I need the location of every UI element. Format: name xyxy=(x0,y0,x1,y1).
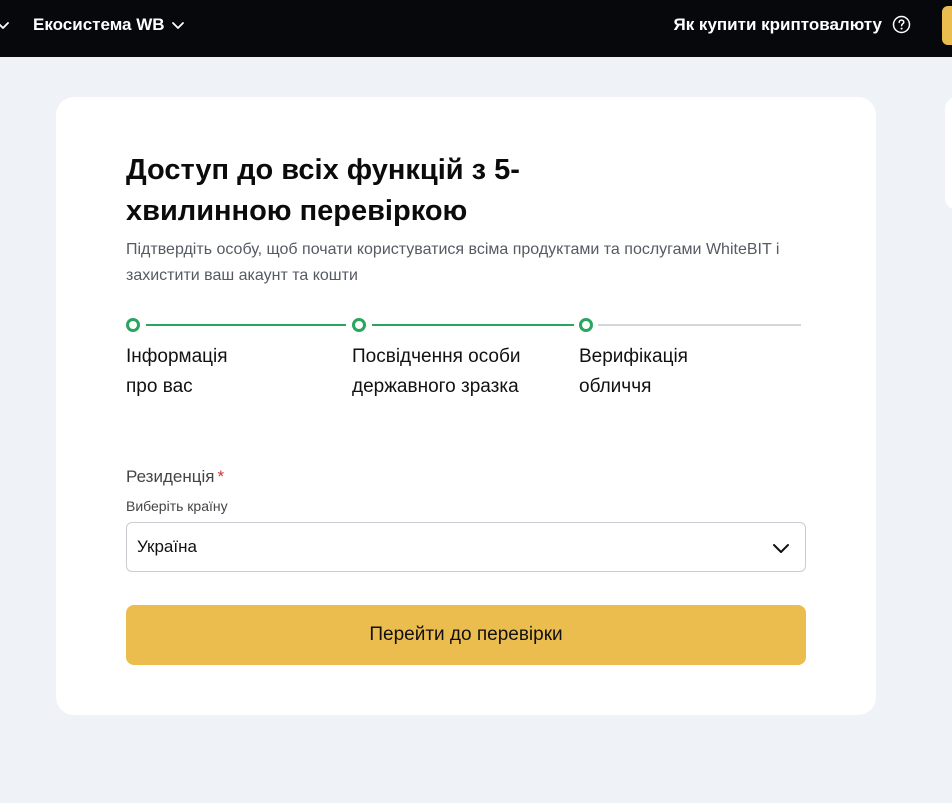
chevron-down-icon xyxy=(171,22,184,29)
start-verification-button[interactable]: Перейти до перевірки xyxy=(126,605,806,665)
top-navigation-bar: Екосистема WB Як купити криптовалюту xyxy=(0,0,952,57)
chevron-down-icon xyxy=(773,544,789,553)
step-label-personal-info: Інформація про вас xyxy=(126,346,228,397)
verification-card: Доступ до всіх функцій з 5-хвилинною пер… xyxy=(56,97,876,715)
ecosystem-menu-label: Екосистема WB xyxy=(33,15,165,34)
how-to-buy-label: Як купити криптовалюту xyxy=(673,15,882,34)
page-title: Доступ до всіх функцій з 5-хвилинною пер… xyxy=(126,154,520,227)
step-indicator xyxy=(579,318,593,332)
country-select-value: Україна xyxy=(137,537,197,556)
step-indicator xyxy=(126,318,140,332)
ecosystem-menu[interactable]: Екосистема WB xyxy=(33,14,185,36)
question-circle-icon[interactable] xyxy=(892,15,911,34)
step-label-id-document: Посвідчення особи державного зразка xyxy=(352,346,521,397)
header-action-button[interactable] xyxy=(942,6,952,45)
step-label-face-verification: Верифікація обличчя xyxy=(579,346,688,397)
step-connector xyxy=(372,324,574,326)
chevron-down-icon[interactable] xyxy=(0,18,10,32)
residency-label: Резиденція * xyxy=(126,467,224,487)
required-mark: * xyxy=(217,467,225,486)
residency-hint: Виберіть країну xyxy=(126,498,228,514)
how-to-buy-link[interactable]: Як купити криптовалюту xyxy=(673,14,882,36)
step-connector xyxy=(146,324,346,326)
residency-label-text: Резиденція xyxy=(126,467,215,486)
step-connector xyxy=(598,324,801,326)
side-panel xyxy=(945,97,952,210)
country-select[interactable]: Україна xyxy=(126,522,806,572)
step-indicator xyxy=(352,318,366,332)
page-subtitle: Підтвердіть особу, щоб почати користуват… xyxy=(126,241,780,284)
